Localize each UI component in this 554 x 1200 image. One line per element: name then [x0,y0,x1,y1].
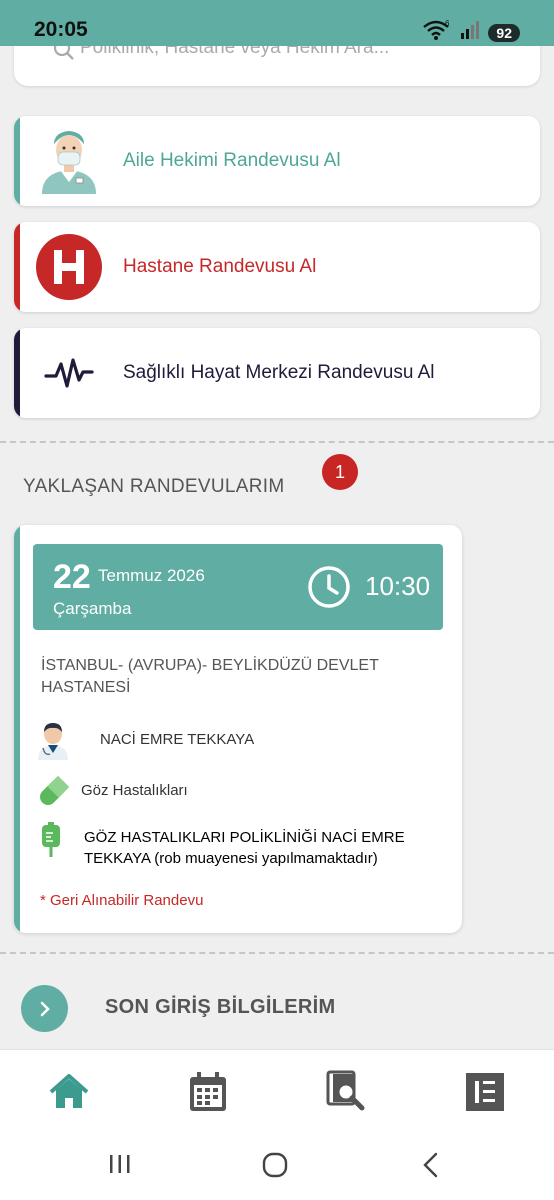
clinic-name: GÖZ HASTALIKLARI POLİKLİNİĞİ NACİ EMRE T… [84,829,405,867]
signal-icon [460,20,480,45]
recent-apps-icon[interactable] [108,1152,132,1181]
section-divider [0,441,554,443]
bottom-nav [0,1049,554,1134]
last-login-label: SON GİRİŞ BİLGİLERİM [105,996,336,1018]
status-icons: 6 92 [422,19,520,46]
iv-bag-icon [40,822,62,863]
pill-icon [36,775,70,814]
last-login-section[interactable]: SON GİRİŞ BİLGİLERİM [0,955,554,1049]
hospital-appointment-button[interactable]: Hastane Randevusu Al [14,222,540,312]
family-doctor-appointment-button[interactable]: Aile Hekimi Randevusu Al [14,116,540,206]
appointment-weekday: Çarşamba [53,599,132,618]
status-bar: 20:05 6 92 [0,0,554,46]
appointment-date-band: 22 Temmuz 2026 Çarşamba 10:30 [33,544,443,630]
hospital-name: İSTANBUL- (AVRUPA)- BEYLİKDÜZÜ DEVLET HA… [41,657,379,696]
wifi-badge: 6 [445,19,450,28]
calendar-icon[interactable] [186,1070,230,1114]
appointment-time: 10:30 [365,571,431,601]
cancellable-note: * Geri Alınabilir Randevu [40,892,204,909]
healthy-life-label: Sağlıklı Hayat Merkezi Randevusu Al [123,362,435,383]
card-accent [14,116,20,206]
family-doctor-label: Aile Hekimi Randevusu Al [123,150,341,171]
doctor-name: NACİ EMRE TEKKAYA [100,731,255,748]
appointment-count-badge: 1 [322,454,358,490]
hospital-label: Hastane Randevusu Al [123,256,317,277]
department-name: Göz Hastalıkları [81,782,188,799]
battery-indicator: 92 [488,23,520,42]
card-accent [14,328,20,418]
doctor-avatar-icon [38,128,100,199]
clock-icon [307,565,351,614]
appointment-card[interactable]: 22 Temmuz 2026 Çarşamba 10:30 İSTANBUL- … [14,525,462,933]
card-accent [14,222,20,312]
doctor-icon [36,720,70,765]
back-icon[interactable] [420,1152,440,1183]
list-icon[interactable] [463,1070,507,1114]
upcoming-appointments-title: YAKLAŞAN RANDEVULARIM [23,476,285,497]
status-time: 20:05 [34,18,88,41]
document-search-icon[interactable] [324,1070,368,1114]
system-nav [0,1134,554,1200]
chevron-right-icon[interactable] [21,985,68,1032]
appointment-day: 22 [53,558,91,596]
card-accent [14,525,20,933]
home-icon[interactable] [47,1070,91,1114]
appointment-month-year: Temmuz 2026 [98,566,205,585]
home-circle-icon[interactable] [262,1152,288,1183]
pulse-icon [44,356,94,395]
wifi-icon: 6 [422,19,452,46]
hospital-h-icon [35,233,103,306]
section-divider [0,952,554,954]
healthy-life-center-appointment-button[interactable]: Sağlıklı Hayat Merkezi Randevusu Al [14,328,540,418]
